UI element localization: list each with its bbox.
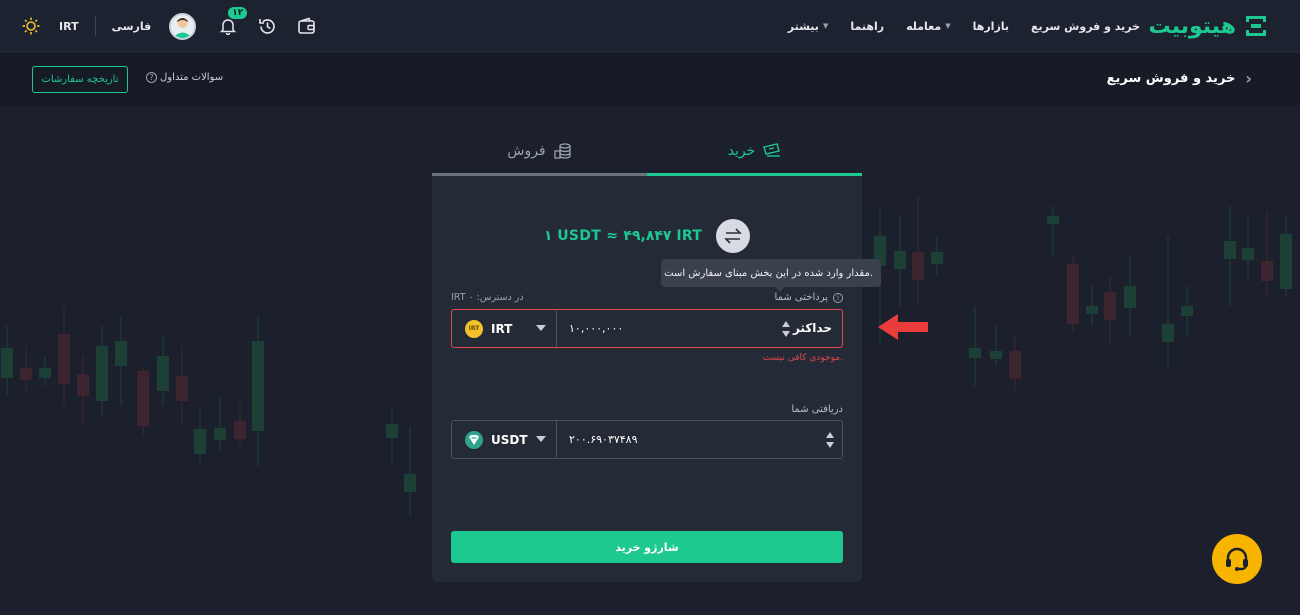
tab-buy-label: خرید xyxy=(727,142,756,159)
irt-coin-icon: IRT xyxy=(465,319,483,338)
receive-amount-stepper[interactable] xyxy=(825,432,834,448)
pay-currency-code: IRT xyxy=(491,321,513,336)
navbar-actions: IRT فارسی ۱۲ xyxy=(20,0,317,52)
charge-and-buy-button[interactable]: شارژو خرید xyxy=(451,531,843,563)
currency-selector[interactable]: IRT xyxy=(59,20,79,33)
page-subheader: خرید و فروش سریع › ? سوالات متداول تاریخ… xyxy=(0,53,1300,106)
logo-text: هیتوبیت xyxy=(1148,13,1236,39)
chevron-down-icon xyxy=(536,436,546,442)
nav-guide[interactable]: راهنما xyxy=(850,20,884,33)
history-icon[interactable] xyxy=(256,15,278,37)
order-history-button[interactable]: تاریخچه سفارشات xyxy=(32,66,128,93)
nav-trade-label: معامله xyxy=(906,19,942,33)
headset-icon xyxy=(1226,547,1248,571)
sun-icon[interactable] xyxy=(20,15,42,37)
question-icon: ? xyxy=(146,72,157,83)
usdt-coin-icon xyxy=(465,430,483,449)
max-button[interactable]: حداکثر xyxy=(793,321,832,335)
pay-currency-select[interactable]: IRT IRT xyxy=(452,310,557,347)
exchange-rate: ۱ USDT ≈ ۴۹,۸۴۷ IRT xyxy=(543,228,703,244)
faq-link[interactable]: ? سوالات متداول xyxy=(146,72,223,83)
pay-label-text: پرداختی شما xyxy=(774,292,828,303)
nav-more[interactable]: بیشتر ▼ xyxy=(788,20,829,33)
nav-quick-trade[interactable]: خرید و فروش سریع xyxy=(1031,20,1140,33)
increment-icon[interactable] xyxy=(825,432,834,438)
avatar[interactable] xyxy=(169,12,197,40)
pay-field: IRT IRT حداکثر xyxy=(451,309,843,348)
pay-amount-stepper[interactable] xyxy=(781,321,790,337)
tab-sell-label: فروش xyxy=(507,142,546,159)
language-selector[interactable]: فارسی xyxy=(112,20,152,33)
swap-icon[interactable] xyxy=(716,219,751,253)
receive-label: دریافتی شما xyxy=(791,404,843,415)
wallet-icon[interactable] xyxy=(295,15,317,37)
pay-label: پرداختی شما i xyxy=(775,292,843,303)
top-navbar: هیتوبیت خرید و فروش سریع بازارها معامله ▼… xyxy=(0,0,1300,52)
page-title-text: خرید و فروش سریع xyxy=(1106,71,1236,86)
nav-quick-trade-label: خرید و فروش سریع xyxy=(1031,19,1140,33)
nav-more-label: بیشتر xyxy=(787,19,819,33)
available-balance: IRT ۰ :در دسترس xyxy=(451,292,524,303)
decrement-icon[interactable] xyxy=(825,442,834,448)
info-icon[interactable]: i xyxy=(833,292,843,303)
trade-tabs: فروش خرید xyxy=(432,128,862,176)
nav-markets[interactable]: بازارها xyxy=(973,20,1009,33)
receive-amount-input[interactable] xyxy=(569,421,769,458)
receive-currency-select[interactable]: USDT xyxy=(452,421,557,458)
divider xyxy=(94,16,96,36)
nav-guide-label: راهنما xyxy=(850,19,885,33)
page-title: خرید و فروش سریع › xyxy=(1107,69,1252,88)
coins-icon xyxy=(553,142,571,159)
logo-mark-icon xyxy=(1246,16,1266,36)
pay-amount-input[interactable] xyxy=(569,310,769,347)
decrement-icon[interactable] xyxy=(781,331,790,337)
receive-currency-code: USDT xyxy=(491,432,528,447)
chevron-down-icon xyxy=(536,325,546,331)
quick-trade-card: ۱ USDT ≈ ۴۹,۸۴۷ IRT مقدار وارد شده در ای… xyxy=(432,176,881,582)
cart-icon xyxy=(763,142,781,157)
faq-label: سوالات متداول xyxy=(160,72,224,83)
notification-badge: ۱۲ xyxy=(228,7,248,19)
support-button[interactable] xyxy=(1212,534,1262,584)
main-nav: خرید و فروش سریع بازارها معامله ▼ راهنما … xyxy=(788,0,1140,52)
nav-trade[interactable]: معامله ▼ xyxy=(906,20,951,33)
tab-buy[interactable]: خرید xyxy=(647,128,862,176)
chevron-down-icon: ▼ xyxy=(945,22,951,30)
tab-sell[interactable]: فروش xyxy=(432,128,647,176)
exchange-rate-row: ۱ USDT ≈ ۴۹,۸۴۷ IRT xyxy=(432,219,862,253)
bell-icon[interactable]: ۱۲ xyxy=(217,7,248,37)
nav-markets-label: بازارها xyxy=(972,19,1010,33)
back-chevron-icon[interactable]: › xyxy=(1245,69,1252,88)
receive-label-text: دریافتی شما xyxy=(791,404,843,415)
arrow-left-icon xyxy=(878,314,928,340)
increment-icon[interactable] xyxy=(781,321,790,327)
chevron-down-icon: ▼ xyxy=(822,22,829,30)
logo[interactable]: هیتوبیت xyxy=(1148,12,1268,40)
receive-field: USDT xyxy=(451,420,843,459)
amount-tooltip: مقدار وارد شده در این بخش مبنای سفارش اس… xyxy=(661,259,881,292)
insufficient-balance-error: موجودی کافی نیست. xyxy=(762,353,843,363)
